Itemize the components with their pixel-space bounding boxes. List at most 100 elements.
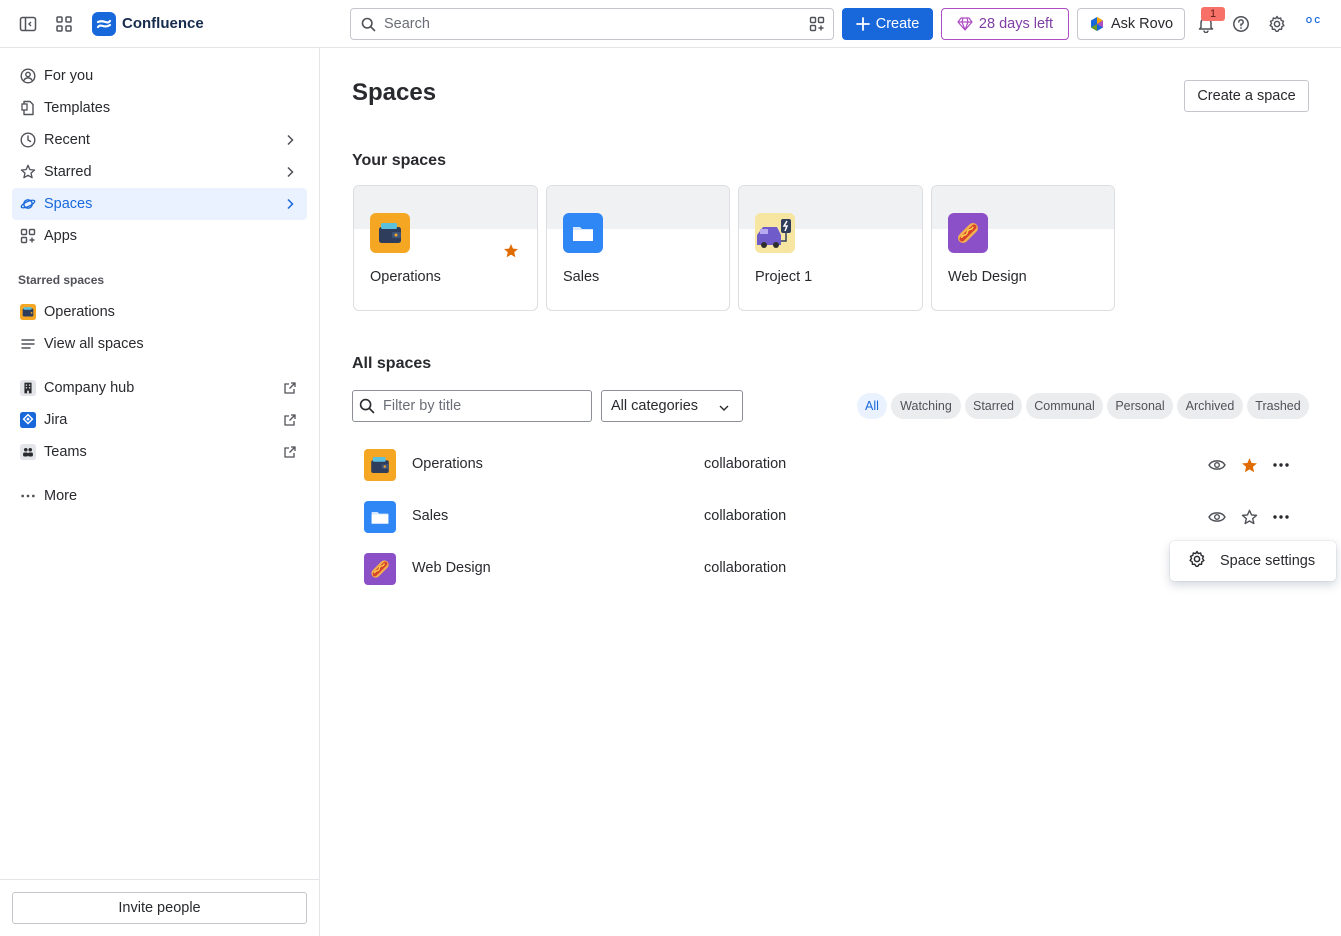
more-actions-icon[interactable] <box>1271 507 1291 527</box>
sidebar-item-more[interactable]: More <box>12 480 307 512</box>
external-link-icon[interactable] <box>283 413 297 431</box>
search-input[interactable]: Search <box>350 8 834 40</box>
chip-label: Watching <box>900 399 952 413</box>
invite-people-button[interactable]: Invite people <box>12 892 307 924</box>
chevron-right-icon[interactable] <box>283 197 297 215</box>
space-card-web-design[interactable]: Web Design <box>931 185 1115 311</box>
gear-icon <box>1188 550 1206 572</box>
chip-label: All <box>865 399 879 413</box>
all-spaces-heading: All spaces <box>352 355 432 372</box>
space-row-name[interactable]: Sales <box>412 508 448 524</box>
space-row-name[interactable]: Operations <box>412 456 483 472</box>
filter-chip-starred[interactable]: Starred <box>965 393 1022 419</box>
external-link-icon[interactable] <box>283 445 297 463</box>
watch-eye-icon[interactable] <box>1207 507 1227 527</box>
space-row-category: collaboration <box>704 456 787 472</box>
diamond-icon <box>957 17 973 31</box>
templates-icon <box>20 100 36 116</box>
filter-chip-watching[interactable]: Watching <box>891 393 961 419</box>
star-filled-icon[interactable] <box>503 243 519 262</box>
create-button[interactable]: Create <box>842 8 933 40</box>
sidebar-item-spaces[interactable]: Spaces <box>12 188 307 220</box>
category-select[interactable]: All categories <box>601 390 743 422</box>
filter-chip-archived[interactable]: Archived <box>1177 393 1243 419</box>
filter-by-title-input[interactable]: Filter by title <box>352 390 592 422</box>
space-row-web-design[interactable]: Web Design collaboration <box>352 543 1309 595</box>
create-space-button[interactable]: Create a space <box>1184 80 1309 112</box>
clock-icon <box>20 132 36 148</box>
sidebar-item-jira[interactable]: Jira <box>12 404 307 436</box>
sidebar-item-recent[interactable]: Recent <box>12 124 307 156</box>
sidebar-item-label: More <box>44 488 78 504</box>
space-row-name[interactable]: Web Design <box>412 560 491 576</box>
star-filled-icon[interactable] <box>1239 455 1259 475</box>
sidebar-item-for-you[interactable]: For you <box>12 60 307 92</box>
sidebar-toggle-icon[interactable] <box>16 12 40 36</box>
sidebar-item-label: Teams <box>44 444 87 460</box>
confluence-logo-icon[interactable] <box>92 12 116 36</box>
space-card-name: Operations <box>370 269 441 285</box>
space-card-sales[interactable]: Sales <box>546 185 730 311</box>
avatar-text: O C <box>1305 16 1321 25</box>
create-label: Create <box>875 16 920 32</box>
filter-chip-all[interactable]: All <box>857 393 887 419</box>
page-title: Spaces <box>352 79 437 106</box>
ask-rovo-label: Ask Rovo <box>1110 16 1174 32</box>
space-card-operations[interactable]: Operations <box>353 185 538 311</box>
sidebar-item-label: Apps <box>44 228 78 244</box>
space-card-project-1[interactable]: Project 1 <box>738 185 923 311</box>
invite-people-label: Invite people <box>118 900 201 916</box>
planet-icon <box>20 196 36 212</box>
product-name[interactable]: Confluence <box>122 15 204 32</box>
chevron-right-icon[interactable] <box>283 165 297 183</box>
sidebar-item-operations[interactable]: Operations <box>12 296 307 328</box>
list-icon <box>20 336 36 352</box>
sales-folder-icon <box>563 213 603 253</box>
notification-badge: 1 <box>1201 7 1225 21</box>
sidebar-item-starred[interactable]: Starred <box>12 156 307 188</box>
space-row-operations[interactable]: Operations collaboration <box>352 439 1309 491</box>
settings-gear-icon[interactable] <box>1265 12 1289 36</box>
more-actions-icon[interactable] <box>1271 455 1291 475</box>
help-icon[interactable] <box>1229 12 1253 36</box>
ask-rovo-button[interactable]: Ask Rovo <box>1077 8 1185 40</box>
trial-button[interactable]: 28 days left <box>941 8 1069 40</box>
chip-label: Trashed <box>1255 399 1301 413</box>
search-filter-icon[interactable] <box>809 16 825 35</box>
sidebar-item-teams[interactable]: Teams <box>12 436 307 468</box>
external-link-icon[interactable] <box>283 381 297 399</box>
filter-chip-trashed[interactable]: Trashed <box>1247 393 1309 419</box>
plus-icon <box>855 17 870 31</box>
operations-space-icon <box>364 449 396 481</box>
filter-chip-personal[interactable]: Personal <box>1107 393 1173 419</box>
sidebar-item-label: Jira <box>44 412 68 428</box>
sidebar-item-apps[interactable]: Apps <box>12 220 307 252</box>
watch-eye-icon[interactable] <box>1207 455 1227 475</box>
create-space-label: Create a space <box>1197 88 1296 104</box>
sidebar-item-label: Spaces <box>44 196 93 212</box>
filter-chip-communal[interactable]: Communal <box>1026 393 1103 419</box>
operations-space-icon <box>20 304 36 320</box>
space-settings-menu-item[interactable]: Space settings <box>1220 553 1315 569</box>
project-1-car-icon <box>755 213 795 253</box>
sidebar-item-label: Company hub <box>44 380 135 396</box>
star-outline-icon[interactable] <box>1239 507 1259 527</box>
chip-label: Communal <box>1034 399 1095 413</box>
sidebar-item-company-hub[interactable]: Company hub <box>12 372 307 404</box>
space-row-sales[interactable]: Sales collaboration <box>352 491 1309 543</box>
search-icon <box>359 398 375 417</box>
web-design-hotdog-icon <box>948 213 988 253</box>
space-row-category: collaboration <box>704 508 787 524</box>
sidebar-item-templates[interactable]: Templates <box>12 92 307 124</box>
web-design-hotdog-icon <box>364 553 396 585</box>
app-switcher-icon[interactable] <box>52 12 76 36</box>
chevron-right-icon[interactable] <box>283 133 297 151</box>
rovo-icon <box>1090 17 1103 31</box>
avatar[interactable]: O C <box>1300 12 1326 36</box>
sidebar-item-label: Operations <box>44 304 115 320</box>
starred-spaces-heading: Starred spaces <box>18 273 105 287</box>
sidebar-item-view-all-spaces[interactable]: View all spaces <box>12 328 307 360</box>
more-dots-icon <box>20 488 36 504</box>
top-navigation: Confluence Search Create 28 days left As… <box>0 0 1341 48</box>
space-card-name: Web Design <box>948 269 1027 285</box>
